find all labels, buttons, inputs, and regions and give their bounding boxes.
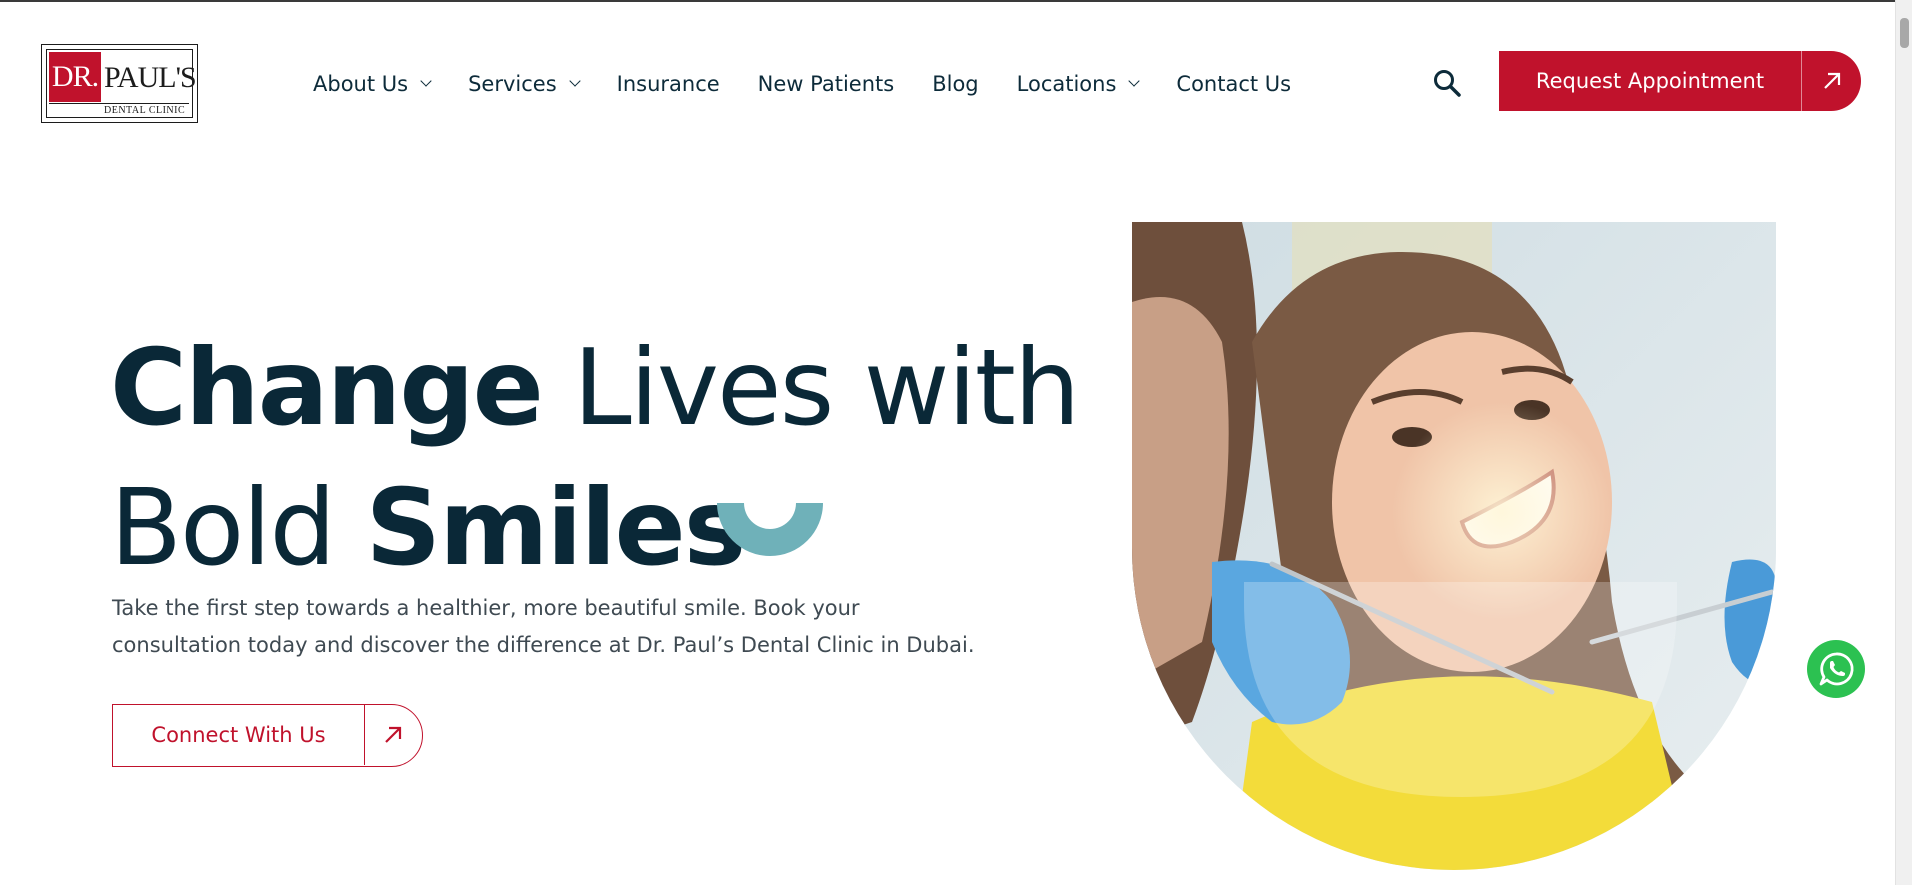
clinic-logo[interactable]: DR. PAUL'S DENTAL CLINIC — [41, 44, 198, 123]
nav-item-services[interactable]: Services — [468, 72, 581, 96]
nav-item-new-patients[interactable]: New Patients — [758, 72, 895, 96]
page-scrollbar[interactable] — [1895, 0, 1912, 885]
whatsapp-icon[interactable] — [1807, 640, 1865, 698]
nav-item-contact-us[interactable]: Contact Us — [1176, 72, 1291, 96]
connect-with-us-button[interactable]: Connect With Us — [112, 704, 423, 767]
arrow-up-right-icon — [365, 705, 421, 765]
nav-item-insurance[interactable]: Insurance — [617, 72, 720, 96]
headline-change: Change — [110, 327, 544, 449]
search-icon[interactable] — [1432, 68, 1462, 98]
site-header: DR. PAUL'S DENTAL CLINIC About Us Servic… — [0, 2, 1895, 162]
nav-item-label: About Us — [313, 72, 409, 96]
logo-pauls-text: PAUL'S — [104, 61, 197, 94]
nav-item-locations[interactable]: Locations — [1016, 72, 1141, 96]
hero-subtext: Take the first step towards a healthier,… — [112, 596, 975, 657]
nav-item-label: Insurance — [616, 72, 720, 96]
hero-headline: Change Lives with Bold Smiles — [110, 318, 1080, 598]
scrollbar-thumb[interactable] — [1900, 18, 1909, 48]
nav-item-label: Services — [468, 72, 557, 96]
logo-subtitle: DENTAL CLINIC — [104, 105, 186, 116]
arrow-up-right-icon — [1802, 51, 1861, 111]
chevron-down-icon — [568, 75, 581, 87]
nav-item-about-us[interactable]: About Us — [313, 72, 432, 96]
chevron-down-icon — [420, 75, 432, 87]
request-appointment-label: Request Appointment — [1499, 51, 1802, 111]
headline-smiles: Smiles — [365, 467, 746, 589]
headline-bold: Bold — [110, 467, 366, 589]
nav-item-label: Contact Us — [1176, 72, 1292, 96]
hero-photo-patient-smiling — [1132, 222, 1776, 870]
nav-item-blog[interactable]: Blog — [932, 72, 978, 96]
chevron-down-icon — [1128, 75, 1141, 87]
logo-dr-text: DR. — [51, 60, 99, 93]
nav-item-label: New Patients — [757, 72, 895, 96]
connect-with-us-label: Connect With Us — [113, 705, 365, 765]
main-nav: About Us Services Insurance New Patients… — [313, 66, 1329, 102]
nav-item-label: Locations — [1016, 72, 1117, 96]
logo-divider — [49, 103, 189, 104]
request-appointment-button[interactable]: Request Appointment — [1499, 51, 1861, 111]
nav-item-label: Blog — [932, 72, 979, 96]
headline-lives-with: Lives with — [541, 327, 1080, 449]
